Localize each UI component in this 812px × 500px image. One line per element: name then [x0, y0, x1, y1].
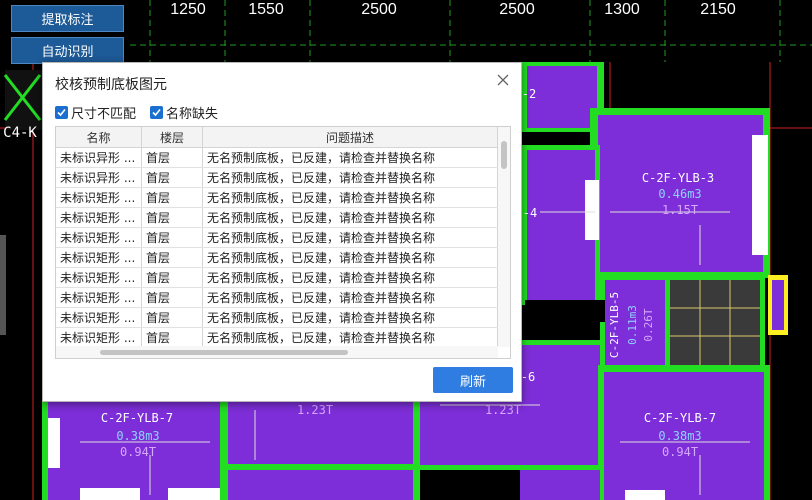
- slab-name: C-2F-YLB-3: [642, 171, 714, 185]
- table-row[interactable]: 未标识矩形 ... 首层 无名预制底板，已反建，请检查并替换名称: [56, 328, 498, 348]
- slab-name: C-2F-YLB-7: [644, 411, 716, 425]
- slab-weight: 0.26T: [642, 308, 655, 341]
- vertical-scrollbar[interactable]: [498, 127, 510, 347]
- slab-volume: 0.46m3: [658, 187, 701, 201]
- filter-bar: 尺寸不匹配 名称缺失: [55, 103, 218, 122]
- table-row[interactable]: 未标识矩形 ... 首层 无名预制底板，已反建，请检查并替换名称: [56, 188, 498, 208]
- cell-name: 未标识矩形 ...: [56, 268, 142, 287]
- table-header: 名称 楼层 问题描述: [56, 127, 498, 148]
- issue-table: 名称 楼层 问题描述 未标识异形 ... 首层 无名预制底板，已反建，请检查并替换名…: [55, 126, 511, 359]
- slab-volume: 0.38m3: [658, 429, 701, 443]
- horizontal-scrollbar[interactable]: [56, 346, 498, 358]
- column-header-name[interactable]: 名称: [56, 127, 142, 147]
- vertical-scroll-thumb[interactable]: [501, 141, 507, 169]
- cell-floor: 首层: [142, 188, 203, 207]
- slab-name-partial: -2: [522, 87, 536, 101]
- cell-floor: 首层: [142, 228, 203, 247]
- cell-floor: 首层: [142, 328, 203, 347]
- dimension-label: 1300: [604, 1, 640, 18]
- dimension-labels: 1250 1550 2500 2500 1300 2150: [170, 1, 736, 18]
- cell-description: 无名预制底板，已反建，请检查并替换名称: [203, 208, 498, 227]
- checkbox-label: 尺寸不匹配: [71, 107, 137, 122]
- cell-floor: 首层: [142, 148, 203, 167]
- cell-name: 未标识矩形 ...: [56, 328, 142, 347]
- column-header-floor[interactable]: 楼层: [142, 127, 203, 147]
- cell-name: 未标识异形 ...: [56, 168, 142, 187]
- cell-floor: 首层: [142, 288, 203, 307]
- cell-name: 未标识矩形 ...: [56, 188, 142, 207]
- dialog-title: 校核预制底板图元: [55, 77, 167, 93]
- check-slab-dialog: 校核预制底板图元 尺寸不匹配 名称缺失 名称 楼层 问题描述 未标识异形 ...…: [42, 62, 522, 402]
- dimension-label: 1550: [248, 1, 284, 18]
- dimension-label: 2150: [700, 1, 736, 18]
- slab-weight: 1.23T: [485, 403, 521, 417]
- table-row[interactable]: 未标识异形 ... 首层 无名预制底板，已反建，请检查并替换名称: [56, 168, 498, 188]
- table-row[interactable]: 未标识矩形 ... 首层 无名预制底板，已反建，请检查并替换名称: [56, 228, 498, 248]
- table-row[interactable]: 未标识矩形 ... 首层 无名预制底板，已反建，请检查并替换名称: [56, 268, 498, 288]
- slab-weight: 0.94T: [120, 445, 156, 459]
- cell-floor: 首层: [142, 248, 203, 267]
- close-icon[interactable]: [495, 72, 511, 88]
- horizontal-scroll-thumb[interactable]: [100, 350, 348, 355]
- cell-name: 未标识异形 ...: [56, 148, 142, 167]
- cell-description: 无名预制底板，已反建，请检查并替换名称: [203, 168, 498, 187]
- cell-name: 未标识矩形 ...: [56, 208, 142, 227]
- checkmark-icon: [150, 106, 164, 119]
- slab-name-partial: -6: [521, 370, 535, 384]
- cell-name: 未标识矩形 ...: [56, 228, 142, 247]
- slab-name-partial: -4: [523, 206, 537, 220]
- slab-weight: 1.15T: [662, 203, 698, 217]
- dimension-label: 1250: [170, 1, 206, 18]
- slab-name: C-2F-YLB-7: [101, 411, 173, 425]
- cell-name: 未标识矩形 ...: [56, 308, 142, 327]
- checkmark-icon: [55, 106, 68, 119]
- left-structure: [0, 70, 42, 335]
- slab-volume: 0.38m3: [116, 429, 159, 443]
- slab-weight: 1.23T: [297, 403, 333, 417]
- cell-floor: 首层: [142, 268, 203, 287]
- left-tag: C4-K: [3, 125, 37, 141]
- slab-weight: 0.94T: [662, 445, 698, 459]
- auto-recognize-button[interactable]: 自动识别: [11, 37, 124, 64]
- slab-mid: [522, 145, 600, 305]
- cell-description: 无名预制底板，已反建，请检查并替换名称: [203, 188, 498, 207]
- refresh-button[interactable]: 刷新: [433, 367, 513, 393]
- dimension-label: 2500: [361, 1, 397, 18]
- cell-description: 无名预制底板，已反建，请检查并替换名称: [203, 248, 498, 267]
- extract-label-button[interactable]: 提取标注: [11, 5, 124, 32]
- dimension-label: 2500: [499, 1, 535, 18]
- cell-floor: 首层: [142, 208, 203, 227]
- cell-floor: 首层: [142, 168, 203, 187]
- name-missing-checkbox[interactable]: 名称缺失: [150, 103, 218, 122]
- cell-name: 未标识矩形 ...: [56, 288, 142, 307]
- slab-volume: 0.11m3: [626, 305, 639, 345]
- table-body: 未标识异形 ... 首层 无名预制底板，已反建，请检查并替换名称 未标识异形 ...…: [56, 148, 498, 348]
- size-mismatch-checkbox[interactable]: 尺寸不匹配: [55, 103, 136, 122]
- table-row[interactable]: 未标识矩形 ... 首层 无名预制底板，已反建，请检查并替换名称: [56, 208, 498, 228]
- cell-description: 无名预制底板，已反建，请检查并替换名称: [203, 228, 498, 247]
- cell-floor: 首层: [142, 308, 203, 327]
- cell-description: 无名预制底板，已反建，请检查并替换名称: [203, 308, 498, 327]
- table-row[interactable]: 未标识矩形 ... 首层 无名预制底板，已反建，请检查并替换名称: [56, 248, 498, 268]
- cell-description: 无名预制底板，已反建，请检查并替换名称: [203, 288, 498, 307]
- cell-description: 无名预制底板，已反建，请检查并替换名称: [203, 268, 498, 287]
- table-row[interactable]: 未标识矩形 ... 首层 无名预制底板，已反建，请检查并替换名称: [56, 308, 498, 328]
- table-row[interactable]: 未标识矩形 ... 首层 无名预制底板，已反建，请检查并替换名称: [56, 288, 498, 308]
- checkbox-label: 名称缺失: [166, 107, 219, 122]
- cell-description: 无名预制底板，已反建，请检查并替换名称: [203, 148, 498, 167]
- slab-name: C-2F-YLB-5: [608, 292, 621, 358]
- cell-name: 未标识矩形 ...: [56, 248, 142, 267]
- column-header-description[interactable]: 问题描述: [203, 127, 498, 147]
- table-row[interactable]: 未标识异形 ... 首层 无名预制底板，已反建，请检查并替换名称: [56, 148, 498, 168]
- cell-description: 无名预制底板，已反建，请检查并替换名称: [203, 328, 498, 347]
